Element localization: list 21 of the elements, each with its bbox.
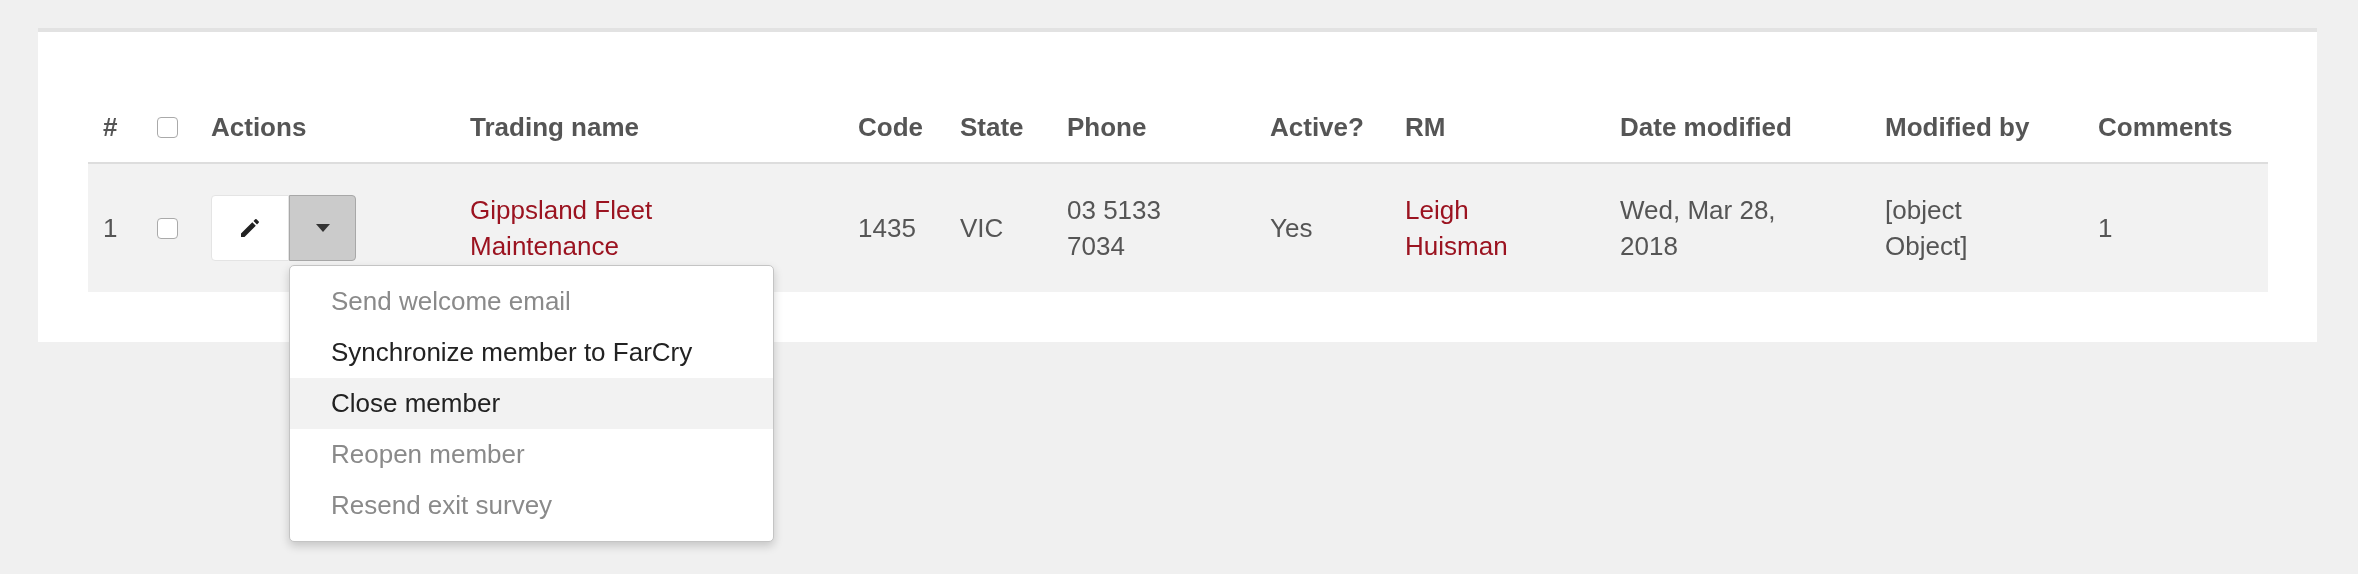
table-cell-text: 1 <box>103 212 119 245</box>
table-cell-text: 1 <box>2098 212 2114 245</box>
table-cell-text: Yes <box>1270 212 1314 245</box>
column-header: Active? <box>1270 111 1364 142</box>
column-header: RM <box>1405 111 1446 142</box>
table-cell-text: [object Object] <box>1885 194 1969 263</box>
table-cell-text: VIC <box>960 212 1005 245</box>
table-cell-text: 03 5133 7034 <box>1067 194 1162 263</box>
column-header: State <box>960 111 1024 142</box>
column-header: Date modified <box>1620 111 1792 142</box>
column-header: # <box>103 111 118 142</box>
table-cell-text: Wed, Mar 28, 2018 <box>1620 194 1777 263</box>
column-header: Modified by <box>1885 111 2030 142</box>
column-header: Actions <box>211 111 307 142</box>
menu-item[interactable]: Synchronize member to FarCry <box>290 327 773 378</box>
table-cell-text: 1435 <box>858 212 917 245</box>
column-header: Trading name <box>470 111 640 142</box>
column-header: Comments <box>2098 111 2233 142</box>
column-header: Code <box>858 111 923 142</box>
column-header: Phone <box>1067 111 1147 142</box>
menu-item[interactable]: Close member <box>290 378 773 429</box>
